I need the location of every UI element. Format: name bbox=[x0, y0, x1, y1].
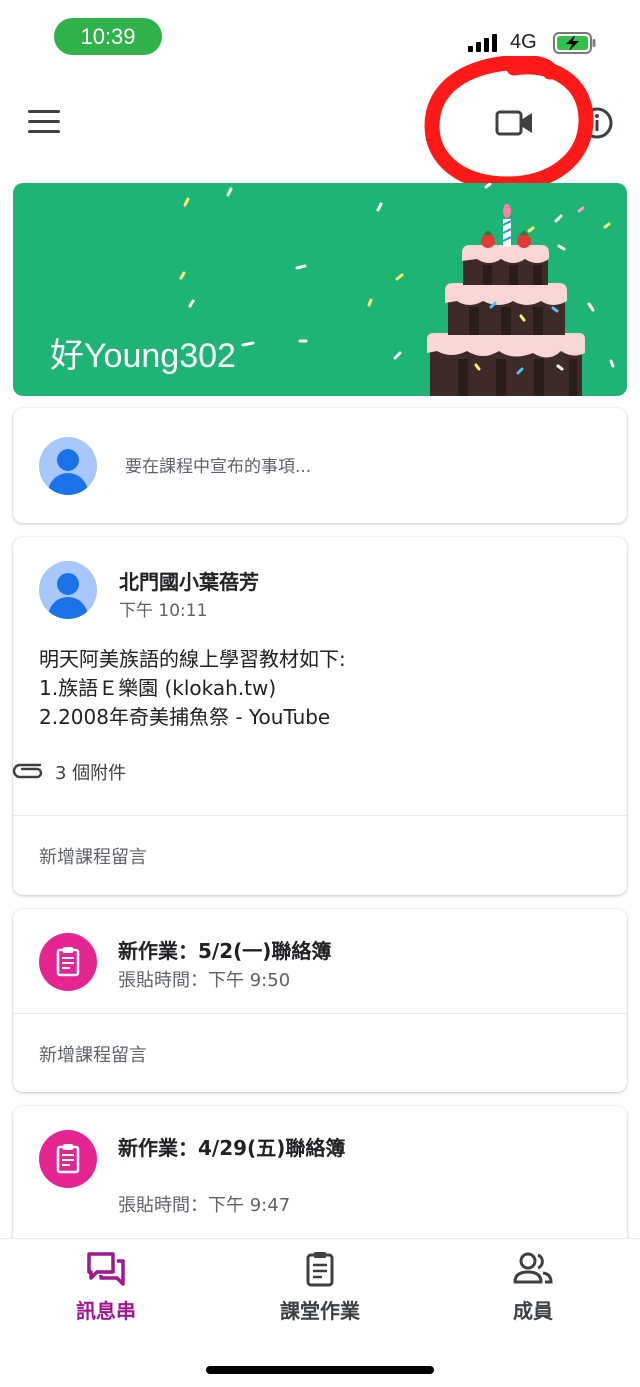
assignment-icon bbox=[39, 933, 97, 991]
post-body[interactable]: 明天阿美族語的線上學習教材如下: 1.族語Ｅ樂園 (klokah.tw) 2.2… bbox=[39, 645, 346, 732]
announcement-composer[interactable]: 要在課程中宣布的事項... bbox=[13, 408, 627, 523]
add-class-comment-link[interactable]: 新增課程留言 bbox=[39, 843, 147, 869]
post-author: 北門國小葉蓓芳 bbox=[119, 570, 259, 594]
bottom-navigation: 訊息串 課堂作業 成員 bbox=[0, 1238, 640, 1387]
nav-classwork[interactable]: 課堂作業 bbox=[250, 1251, 390, 1331]
paperclip-icon bbox=[12, 763, 43, 779]
nav-stream[interactable]: 訊息串 bbox=[36, 1251, 176, 1331]
battery-charging-icon bbox=[553, 32, 596, 54]
network-type: 4G bbox=[510, 31, 537, 53]
divider bbox=[13, 815, 627, 816]
course-title: 好Young302 bbox=[50, 337, 236, 375]
assignment-post[interactable]: 新作業：4/29(五)聯絡簿 張貼時間：下午 9:47 bbox=[13, 1106, 627, 1256]
nav-label: 成員 bbox=[513, 1299, 553, 1323]
status-time: 10:39 bbox=[54, 18, 162, 55]
video-meet-icon[interactable] bbox=[494, 106, 536, 140]
author-avatar bbox=[39, 561, 97, 619]
user-avatar bbox=[39, 437, 97, 495]
nav-people[interactable]: 成員 bbox=[463, 1251, 603, 1331]
attachments-link[interactable]: 3 個附件 bbox=[10, 759, 126, 784]
attachments-count: 3 個附件 bbox=[55, 763, 127, 784]
assignment-icon bbox=[39, 1130, 97, 1188]
course-banner[interactable]: 好Young302 bbox=[13, 183, 627, 396]
nav-label: 課堂作業 bbox=[280, 1299, 360, 1323]
announcement-input[interactable]: 要在課程中宣布的事項... bbox=[125, 452, 311, 477]
assignment-title: 新作業：4/29(五)聯絡簿 bbox=[118, 1136, 346, 1160]
signal-icon bbox=[468, 34, 500, 52]
divider bbox=[13, 1013, 627, 1014]
info-icon[interactable] bbox=[580, 106, 614, 140]
assignment-post[interactable]: 新作業：5/2(一)聯絡簿 張貼時間：下午 9:50 新增課程留言 bbox=[13, 909, 627, 1092]
nav-label: 訊息串 bbox=[76, 1299, 136, 1323]
home-indicator[interactable] bbox=[206, 1366, 434, 1374]
post-time: 下午 10:11 bbox=[119, 601, 208, 621]
people-icon bbox=[513, 1252, 553, 1284]
announcement-post: 北門國小葉蓓芳 下午 10:11 明天阿美族語的線上學習教材如下: 1.族語Ｅ樂… bbox=[10, 537, 627, 895]
assignment-title: 新作業：5/2(一)聯絡簿 bbox=[118, 939, 332, 963]
assignment-posted-time: 張貼時間：下午 9:50 bbox=[118, 970, 291, 991]
menu-button[interactable] bbox=[28, 110, 62, 136]
classwork-icon bbox=[306, 1252, 334, 1287]
app-bar bbox=[0, 90, 640, 160]
stream-icon bbox=[87, 1252, 125, 1286]
add-class-comment-link[interactable]: 新增課程留言 bbox=[39, 1041, 147, 1067]
status-bar: 10:39 4G bbox=[0, 0, 640, 70]
assignment-posted-time: 張貼時間：下午 9:47 bbox=[118, 1195, 291, 1216]
